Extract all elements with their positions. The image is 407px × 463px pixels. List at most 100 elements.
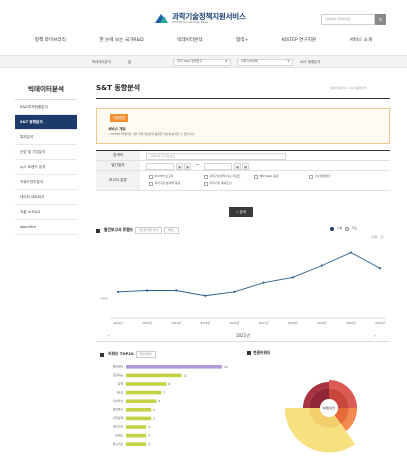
keyword-label: 인공지능 (113, 373, 124, 377)
keyword-label: 기술혁신 (113, 399, 124, 403)
search-form: 검색어 검색어를 입력하세요 발간일자 ▦ ▦ ~ ▦ ▦ 보고서 분류 KIS… (96, 150, 390, 198)
start-date-input[interactable] (146, 162, 174, 170)
data-point[interactable] (320, 264, 323, 267)
data-point[interactable] (262, 281, 265, 284)
keyword-value-label: 4 (148, 442, 150, 446)
keyword-bar[interactable] (126, 408, 152, 412)
select-2-value: 과학기술정책 (241, 59, 258, 64)
keyword-bar[interactable] (126, 373, 182, 378)
sidebar-item-sporkfire[interactable]: sporkfire (15, 220, 77, 235)
checkbox-icon (149, 182, 153, 186)
search-button-label: 검색 (239, 210, 246, 214)
checkbox-icon (204, 175, 208, 179)
x-tick-label: 2021년 (375, 321, 385, 325)
keyword-bar[interactable] (126, 399, 157, 403)
keyword-label: 산업정책 (113, 416, 124, 420)
nav-item-bigdata[interactable]: 빅데이터분석 (177, 34, 202, 48)
data-point[interactable] (204, 294, 207, 297)
calendar-icon[interactable]: ▦ (176, 162, 183, 170)
page-title: S&T 동향분석 (96, 84, 141, 92)
nav-item-national-rnd[interactable]: 한 눈에 보는 국가R&D (99, 34, 143, 48)
category-checkbox[interactable]: 기술영향평가 (309, 174, 330, 179)
data-point[interactable] (378, 267, 382, 270)
data-point[interactable] (291, 276, 294, 279)
keyword-input[interactable]: 검색어를 입력하세요 (146, 152, 286, 160)
keyword-bar[interactable] (126, 416, 152, 421)
sunburst-center-label: 빅데이터 (323, 406, 336, 411)
logo-mark-icon (155, 12, 169, 24)
keyword-bar[interactable] (126, 433, 147, 438)
calendar-icon[interactable]: ▦ (242, 162, 249, 170)
calendar-icon[interactable]: ▦ (234, 162, 241, 170)
trend-pill-keyword[interactable]: 키워드 (163, 227, 179, 235)
year-navigator: ‹ 2021년 › (96, 333, 390, 342)
category-checkbox[interactable]: 과학기술 예측조사 (204, 181, 232, 186)
category-checkbox-label: 과학기술 분야별 동향 (154, 181, 181, 185)
keyword-bar[interactable] (126, 390, 162, 395)
sidebar-item-patent[interactable]: 특허분석 (15, 130, 77, 145)
trend-section-title: 발간보고서 트렌드 연도별 발간 추이 키워드 (96, 227, 179, 235)
keyword-label: 검색어 (96, 151, 140, 160)
nav-item-cooperation[interactable]: 협력+ (236, 34, 248, 48)
category-checkbox-label: KISTEP 보고서 (154, 174, 174, 178)
section-bullet-icon (100, 352, 104, 357)
end-date-input[interactable] (204, 162, 232, 170)
sidebar-item-industry[interactable]: 산업 및 기업분석 (15, 145, 77, 160)
sidebar-item-news-trend[interactable]: 뉴스 트렌드 분석 (15, 160, 77, 175)
sidebar: 빅데이터분석 R&D투자현황분석 S&T 동향분석 특허분석 산업 및 기업분석… (15, 78, 77, 235)
site-logo[interactable]: 과학기술정책지원서비스 KISTEP Knowledge Base (155, 12, 246, 25)
category-checkbox[interactable]: 해외 R&D 동향 (254, 174, 279, 179)
category-checkbox-label: 과학기술정책 이슈 리포트 (209, 174, 241, 178)
data-point[interactable] (116, 290, 120, 293)
keyword-bar[interactable] (126, 425, 147, 429)
data-point[interactable] (349, 251, 352, 254)
nav-item-about[interactable]: 서비스 소개 (350, 34, 373, 48)
category-checkbox[interactable]: 과학기술정책 이슈 리포트 (204, 174, 241, 179)
category-checkbox[interactable]: KISTEP 보고서 (149, 174, 174, 179)
section-bullet-icon (247, 351, 251, 356)
search-button[interactable]: ⌕ 검색 (229, 207, 253, 217)
site-search-input[interactable]: 검색어를 입력하세요 (321, 14, 375, 25)
category-select-1[interactable]: 국가 R&D 정책연구 ▾ (173, 58, 231, 66)
category-checkbox-label: 해외 R&D 동향 (259, 174, 279, 178)
nav-item-research-support[interactable]: KISTEP 연구지원 (282, 34, 316, 48)
keyword-label: 협력연구 (113, 408, 124, 412)
home-link[interactable]: 홈 (128, 59, 131, 65)
trend-title-text: 발간보고서 트렌드 (104, 227, 134, 233)
keyword-bar[interactable] (126, 382, 167, 386)
sidebar-item-keyword[interactable]: 키워드연도분석 (15, 175, 77, 190)
trend-line-chart: 1000 2012년 2013년 2014년 2015년 2016년 2017년 2018년 2… (100, 251, 386, 325)
sidebar-item-rnd-investment[interactable]: R&D투자현황분석 (15, 100, 77, 115)
radio-year[interactable] (345, 227, 350, 231)
keyword-value-label: 4 (148, 425, 150, 429)
next-year-button[interactable]: › (374, 333, 376, 339)
select-1-value: 국가 R&D 정책연구 (177, 59, 203, 64)
chart-series (116, 251, 382, 297)
sidebar-title: 빅데이터분석 (15, 78, 77, 100)
keyword-bar[interactable] (126, 442, 147, 446)
trend-pill-yearly[interactable]: 연도별 발간 추이 (135, 227, 162, 235)
search-icon[interactable]: ⌕ (375, 14, 386, 25)
y-tick-label: 1000 (100, 296, 108, 300)
sidebar-item-network[interactable]: 데이터 네트워크 (15, 190, 77, 205)
keyword-bar[interactable] (126, 365, 222, 369)
x-tick-label: 2017년 (259, 321, 269, 325)
nav-item-policy-library[interactable]: 정책 라이브러리 (35, 34, 66, 48)
sub-navigation-bar: 빅데이터분석 홈 국가 R&D 정책연구 ▾ 과학기술정책 ▾ S&T 동향분석 (0, 55, 407, 68)
keyword-pill[interactable]: 연관검색어 (135, 351, 156, 359)
x-tick-label: 2019년 (317, 321, 327, 325)
data-point[interactable] (233, 290, 236, 293)
notice-tab[interactable]: 이용방법 (110, 114, 128, 122)
notice-text: • KISTEP 빅데이터 기반 과학기술정책 동향을 한눈에 분석할 수 있습… (108, 132, 196, 136)
category-select-2[interactable]: 과학기술정책 ▾ (237, 58, 293, 66)
unit-label: (단위 : 건) (371, 235, 384, 239)
sidebar-item-spending[interactable]: 지출 in R&D (15, 205, 77, 220)
data-point[interactable] (146, 289, 149, 292)
calendar-icon[interactable]: ▦ (184, 162, 191, 170)
radio-all[interactable] (330, 227, 334, 231)
x-tick-label: 2016년 (230, 321, 240, 325)
category-checkbox[interactable]: 과학기술 분야별 동향 (149, 181, 181, 186)
search-icon: ⌕ (236, 210, 239, 214)
sidebar-item-st-trend[interactable]: S&T 동향분석 (15, 115, 77, 130)
data-point[interactable] (175, 289, 178, 292)
